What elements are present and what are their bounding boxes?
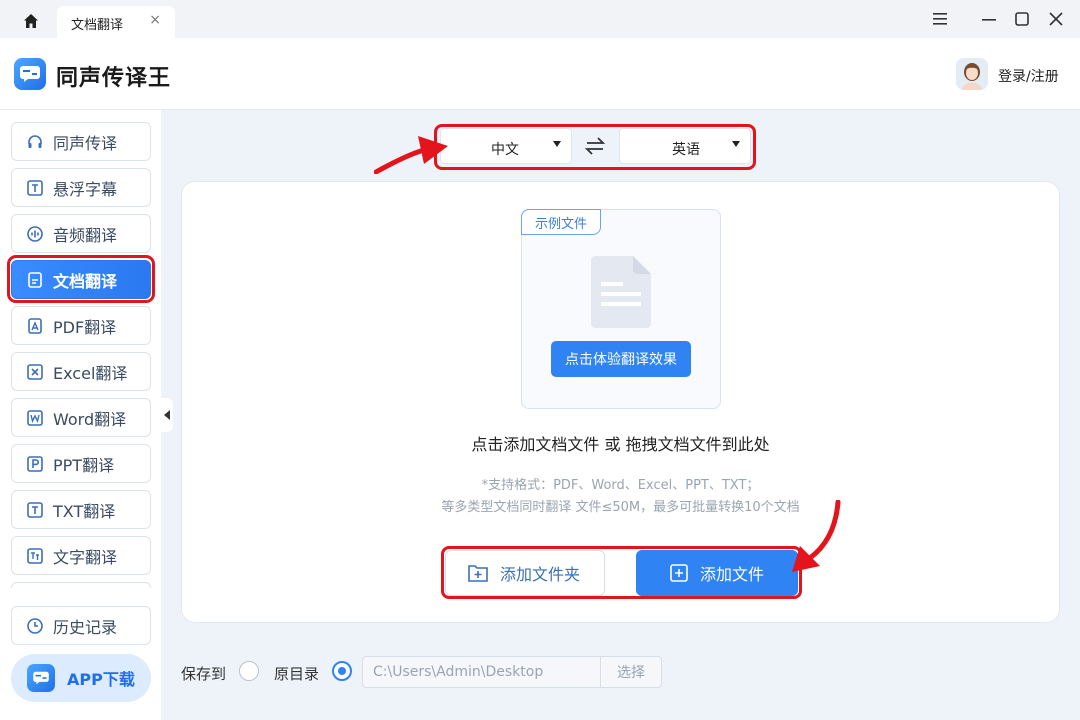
minimize-button[interactable]	[976, 8, 1002, 30]
sidebar-item-audio-translate[interactable]: 音频翻译	[11, 214, 151, 253]
sidebar-item-text-translate[interactable]: 文字翻译	[11, 536, 151, 575]
sidebar-item-label: TXT翻译	[53, 501, 116, 521]
text-t-icon	[26, 179, 44, 197]
app-logo-small-icon	[27, 664, 55, 692]
sidebar-item-label: Word翻译	[53, 409, 127, 429]
avatar[interactable]	[956, 58, 988, 90]
translate-icon	[26, 547, 44, 565]
headphones-icon	[26, 133, 44, 151]
save-to-label: 保存到	[181, 665, 227, 683]
app-download-label: APP下载	[67, 670, 135, 689]
tab-document-translate[interactable]: 文档翻译 ×	[57, 6, 175, 38]
sidebar-item-label: 同声传译	[53, 133, 118, 153]
minimize-icon	[982, 19, 996, 21]
drop-hint-text: 点击添加文档文件 或 拖拽文档文件到此处	[471, 435, 770, 454]
original-directory-label: 原目录	[274, 665, 320, 683]
user-avatar-icon	[956, 58, 988, 90]
save-custom-radio[interactable]	[239, 661, 259, 681]
save-path-input[interactable]	[362, 656, 600, 688]
sidebar-item-simultaneous-interpretation[interactable]: 同声传译	[11, 122, 151, 161]
format-hint-line2: 等多类型文档同时翻译 文件≤50M，最多可批量转换10个文档	[441, 500, 800, 515]
sidebar-collapse-handle[interactable]	[161, 398, 173, 432]
menu-button[interactable]	[927, 8, 953, 30]
txt-icon	[26, 501, 44, 519]
sidebar-item-excel-translate[interactable]: Excel翻译	[11, 352, 151, 391]
sidebar-item-label: Excel翻译	[53, 363, 128, 383]
annotation-arrow-language	[374, 136, 448, 174]
sidebar-item-ppt-translate[interactable]: PPT翻译	[11, 444, 151, 483]
close-icon	[1049, 12, 1063, 26]
menu-icon	[933, 13, 947, 25]
sidebar-item-floating-subtitle[interactable]: 悬浮字幕	[11, 168, 151, 207]
maximize-icon	[1015, 12, 1029, 26]
format-hint-line1: *支持格式：PDF、Word、Excel、PPT、TXT；	[481, 478, 760, 493]
login-register-link[interactable]: 登录/注册	[998, 66, 1059, 86]
sidebar-item-label: 历史记录	[53, 617, 118, 637]
ppt-icon	[26, 455, 44, 473]
title-bar: 文档翻译 ×	[0, 0, 1080, 38]
excel-icon	[26, 363, 44, 381]
tab-label: 文档翻译	[71, 18, 124, 33]
word-icon	[26, 409, 44, 427]
clock-icon	[26, 617, 44, 635]
sidebar-item-word-translate[interactable]: Word翻译	[11, 398, 151, 437]
app-logo	[14, 58, 46, 90]
try-translation-button[interactable]: 点击体验翻译效果	[551, 341, 691, 377]
sidebar-item-label: PPT翻译	[53, 455, 115, 475]
caret-left-icon	[164, 410, 170, 420]
home-button[interactable]	[14, 8, 48, 34]
app-title: 同声传译王	[56, 66, 172, 91]
home-icon	[24, 14, 38, 28]
sample-file-tag: 示例文件	[521, 209, 601, 235]
audio-wave-icon	[26, 225, 44, 243]
chat-bubble-icon	[20, 66, 40, 82]
annotation-highlight-language	[434, 124, 756, 170]
choose-path-button[interactable]: 选择	[600, 656, 662, 688]
sidebar-item-history[interactable]: 历史记录	[11, 606, 151, 645]
sidebar-item-label: PDF翻译	[53, 317, 117, 337]
maximize-button[interactable]	[1009, 8, 1035, 30]
sidebar-item-label: 音频翻译	[53, 225, 118, 245]
app-download-button[interactable]: APP下载	[11, 654, 151, 702]
app-header: 同声传译王 登录/注册	[0, 38, 1080, 110]
tab-close-icon[interactable]: ×	[149, 12, 161, 28]
sidebar-item-label: 文字翻译	[53, 547, 118, 567]
pdf-icon	[26, 317, 44, 335]
sidebar-item-pdf-translate[interactable]: PDF翻译	[11, 306, 151, 345]
annotation-highlight-sidebar	[7, 255, 155, 303]
sidebar-item-label: 悬浮字幕	[53, 179, 118, 199]
close-button[interactable]	[1043, 8, 1069, 30]
annotation-arrow-add-file	[792, 500, 841, 572]
document-icon	[591, 256, 651, 328]
annotation-highlight-add-buttons	[441, 546, 802, 599]
sidebar-item-txt-translate[interactable]: TXT翻译	[11, 490, 151, 529]
save-original-directory-radio[interactable]	[332, 661, 352, 681]
sidebar-item-partial	[11, 582, 151, 588]
